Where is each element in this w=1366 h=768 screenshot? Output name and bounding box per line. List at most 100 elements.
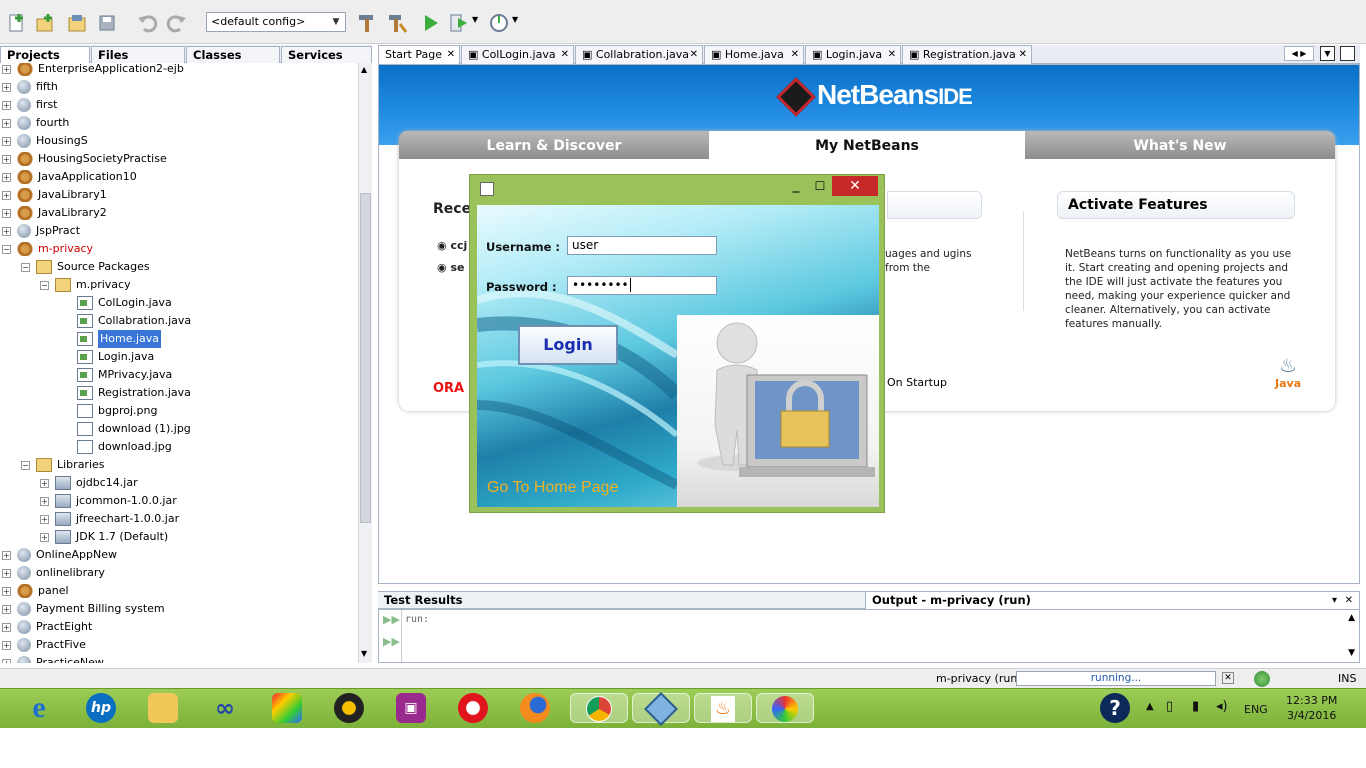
profile-dropdown-icon[interactable]: ▼ (512, 15, 522, 37)
close-icon[interactable]: ✕ (561, 46, 569, 63)
tab-my-netbeans[interactable]: My NetBeans (710, 131, 1024, 159)
tree-node[interactable]: + PractFive (2, 636, 86, 654)
login-window-titlebar[interactable]: _ ☐ ✕ (470, 175, 884, 205)
tree-node[interactable]: + PracticeNew (2, 654, 104, 663)
java-taskbar-button[interactable]: ♨ (694, 693, 752, 723)
tree-node[interactable]: + ojdbc14.jar (40, 474, 138, 492)
tree-node[interactable]: download.jpg (77, 438, 172, 456)
tree-node[interactable]: + jfreechart-1.0.0.jar (40, 510, 179, 528)
tree-node[interactable]: + OnlineAppNew (2, 546, 117, 564)
scrollbar-thumb[interactable] (360, 193, 371, 523)
internet-explorer-icon[interactable]: e (24, 693, 54, 723)
scroll-down-icon[interactable]: ▼ (1348, 648, 1355, 658)
tree-node[interactable]: Home.java (77, 330, 162, 348)
tree-node[interactable]: download (1).jpg (77, 420, 191, 438)
tree-node[interactable]: Collabration.java (77, 312, 191, 330)
expand-icon[interactable]: + (2, 172, 11, 182)
tree-node[interactable]: Registration.java (77, 384, 191, 402)
tab-output[interactable]: Output - m-privacy (run) ▾ ✕ (866, 592, 1360, 609)
collapse-icon[interactable]: − (21, 460, 30, 470)
expand-icon[interactable]: + (2, 82, 11, 92)
expand-icon[interactable]: + (2, 154, 11, 164)
clean-build-icon[interactable] (386, 12, 408, 34)
tree-scrollbar[interactable]: ▲ ▼ (358, 63, 372, 663)
clock[interactable]: 12:33 PM 3/4/2016 (1286, 693, 1337, 723)
expand-icon[interactable]: + (40, 478, 49, 488)
tab-registration[interactable]: ▣ Registration.java ✕ (902, 45, 1032, 64)
expand-icon[interactable]: + (2, 208, 11, 218)
maximize-icon[interactable] (1340, 46, 1355, 61)
go-to-home-link[interactable]: Go To Home Page (487, 479, 618, 497)
redo-icon[interactable] (166, 12, 188, 34)
expand-icon[interactable]: + (2, 190, 11, 200)
tree-node[interactable]: + JavaLibrary2 (2, 204, 107, 222)
scroll-up-icon[interactable]: ▲ (361, 65, 367, 74)
new-project-icon[interactable] (34, 12, 56, 34)
show-on-startup-label[interactable]: On Startup (887, 376, 947, 389)
tree-node[interactable]: + Payment Billing system (2, 600, 165, 618)
expand-icon[interactable]: + (2, 622, 11, 632)
tab-files[interactable]: Files (91, 46, 185, 63)
presentation-app-icon[interactable]: ▣ (396, 693, 426, 723)
rerun-icon[interactable]: ▶▶ (383, 613, 400, 627)
recent-project-link[interactable]: ◉ se (437, 261, 464, 274)
tree-node[interactable]: − m.privacy (40, 276, 131, 294)
notification-icon[interactable] (1254, 671, 1270, 687)
recent-project-link[interactable]: ◉ ccj (437, 239, 467, 252)
volume-icon[interactable]: ◂) (1216, 699, 1228, 714)
profile-icon[interactable] (488, 12, 510, 34)
puzzle-app-icon[interactable] (272, 693, 302, 723)
tree-node[interactable]: + JavaApplication10 (2, 168, 137, 186)
tab-start-page[interactable]: Start Page ✕ (378, 45, 460, 64)
hp-icon[interactable]: hp (86, 693, 116, 723)
expand-icon[interactable]: + (2, 586, 11, 596)
file-explorer-icon[interactable] (148, 693, 178, 723)
save-all-icon[interactable] (96, 12, 118, 34)
debug-dropdown-icon[interactable]: ▼ (472, 15, 482, 37)
collapse-icon[interactable]: − (21, 262, 30, 272)
firefox-icon[interactable] (520, 693, 550, 723)
login-button[interactable]: Login (518, 325, 618, 365)
tree-node[interactable]: + EnterpriseApplication2-ejb (2, 63, 184, 78)
tab-login[interactable]: ▣ Login.java ✕ (805, 45, 901, 64)
scroll-up-icon[interactable]: ▲ (1348, 613, 1355, 623)
expand-icon[interactable]: + (2, 640, 11, 650)
expand-icon[interactable]: + (2, 136, 11, 146)
chrome-taskbar-button[interactable] (570, 693, 628, 723)
infinity-app-icon[interactable]: ∞ (210, 693, 240, 723)
close-icon[interactable]: ✕ (690, 46, 698, 63)
pin-icon[interactable]: ▾ (1332, 592, 1337, 609)
config-select[interactable]: <default config> ▼ (206, 12, 346, 32)
username-field[interactable]: user (567, 236, 717, 255)
close-icon[interactable]: ✕ (791, 46, 799, 63)
tree-node[interactable]: + HousingS (2, 132, 88, 150)
tab-scroll-arrows-icon[interactable]: ◀ ▶ (1284, 46, 1314, 61)
close-icon[interactable]: ✕ (1019, 46, 1027, 63)
debug-icon[interactable] (448, 12, 470, 34)
tree-node[interactable]: + JDK 1.7 (Default) (40, 528, 168, 546)
tab-whats-new[interactable]: What's New (1025, 131, 1335, 159)
expand-icon[interactable]: + (2, 604, 11, 614)
close-icon[interactable]: ✕ (832, 176, 878, 196)
tab-projects[interactable]: Projects ◀▶ ✕ (0, 46, 90, 76)
tree-node[interactable]: − Source Packages (21, 258, 150, 276)
network-icon[interactable]: ▮ (1192, 699, 1199, 714)
tab-classes[interactable]: Classes (186, 46, 280, 63)
collapse-icon[interactable]: − (40, 280, 49, 290)
media-player-icon[interactable] (334, 693, 364, 723)
cancel-process-icon[interactable]: ✕ (1222, 672, 1234, 684)
help-icon[interactable]: ? (1100, 693, 1130, 723)
expand-icon[interactable]: + (2, 658, 11, 663)
build-hammer-icon[interactable] (356, 12, 378, 34)
undo-icon[interactable] (136, 12, 158, 34)
expand-icon[interactable]: + (40, 532, 49, 542)
expand-icon[interactable]: + (40, 496, 49, 506)
tab-collabration[interactable]: ▣ Collabration.java ✕ (575, 45, 703, 64)
rerun-debug-icon[interactable]: ▶▶ (383, 635, 400, 649)
tree-node[interactable]: + JavaLibrary1 (2, 186, 107, 204)
tree-node[interactable]: − Libraries (21, 456, 105, 474)
close-icon[interactable]: ✕ (447, 46, 455, 63)
close-icon[interactable]: ✕ (1345, 592, 1353, 609)
minimize-icon[interactable]: _ (786, 177, 806, 197)
tab-learn-discover[interactable]: Learn & Discover (399, 131, 709, 159)
